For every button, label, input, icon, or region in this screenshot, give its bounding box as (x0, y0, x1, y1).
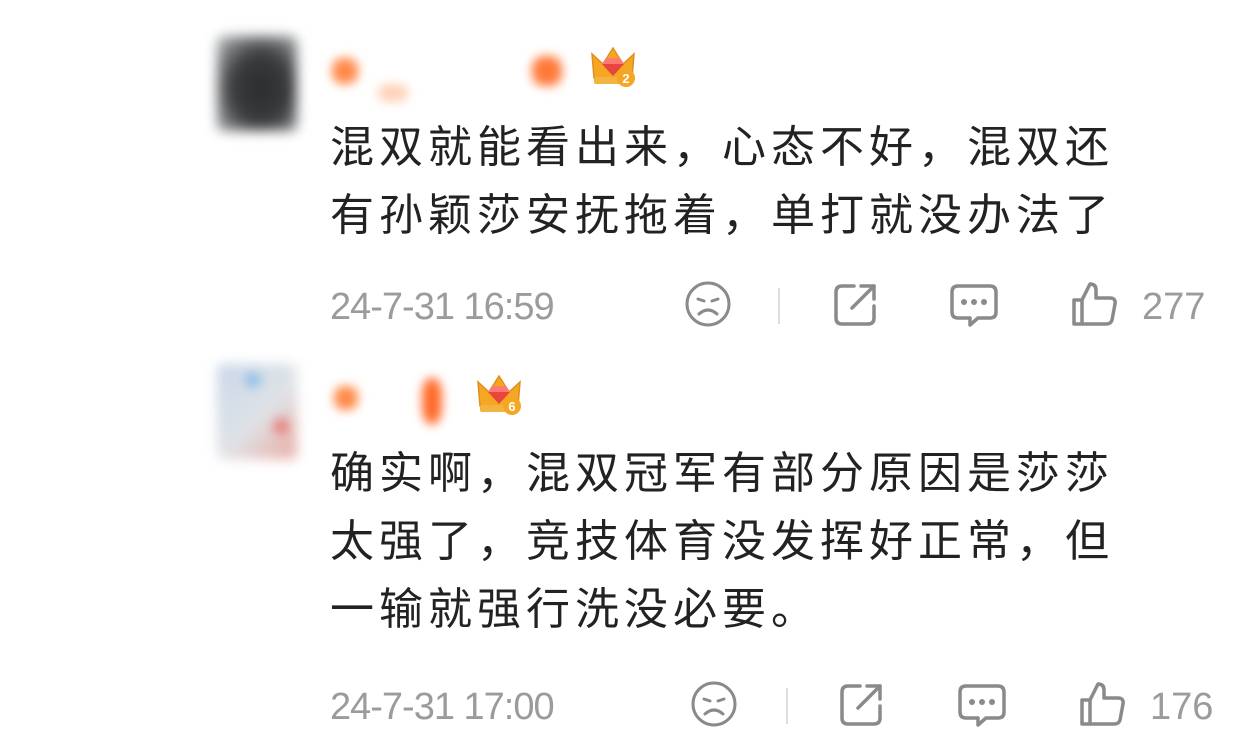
username-row[interactable]: 2 (330, 46, 730, 106)
comment-timestamp: 24-7-31 17:00 (330, 686, 555, 728)
avatar-decoration (247, 374, 259, 386)
username-blurred (378, 84, 408, 102)
sad-face-icon[interactable] (688, 678, 740, 730)
share-icon[interactable] (830, 278, 882, 330)
username-blurred (422, 378, 442, 424)
share-icon[interactable] (836, 678, 888, 730)
comment-text: 混双就能看出来，心态不好，混双还 有孙颖莎安抚拖着，单打就没办法了 (330, 114, 1200, 250)
comment-text-line: 有孙颖莎安抚拖着，单打就没办法了 (330, 190, 1114, 241)
comment-text-line: 混双就能看出来，心态不好，混双还 (330, 122, 1114, 173)
divider (786, 688, 788, 724)
divider (778, 288, 780, 324)
comment-text-line: 确实啊，混双冠军有部分原因是莎莎 (330, 448, 1114, 499)
avatar[interactable] (217, 36, 297, 131)
sad-face-icon[interactable] (682, 278, 734, 330)
comment-text-line: 一输就强行洗没必要。 (330, 584, 820, 635)
avatar-decoration (275, 420, 287, 432)
comment-icon[interactable] (956, 678, 1008, 730)
username-row[interactable]: 6 (330, 374, 730, 434)
comment-text-line: 太强了，竞技体育没发挥好正常，但 (330, 516, 1114, 567)
comment-actions: 24-7-31 16:59 277 (330, 278, 1230, 338)
thumbs-up-icon[interactable] (1068, 278, 1120, 330)
fan-level-badge: 2 (622, 71, 629, 86)
comment-text: 确实啊，混双冠军有部分原因是莎莎 太强了，竞技体育没发挥好正常，但 一输就强行洗… (330, 440, 1200, 644)
username-blurred[interactable] (332, 58, 358, 84)
username-blurred[interactable] (334, 386, 358, 410)
fan-level-badge: 6 (508, 399, 515, 414)
comment-actions: 24-7-31 17:00 176 (330, 678, 1230, 738)
fan-crown-icon: 2 (591, 46, 635, 87)
comment-timestamp: 24-7-31 16:59 (330, 286, 555, 328)
username-blurred (532, 56, 562, 86)
thumbs-up-icon[interactable] (1076, 678, 1128, 730)
fan-crown-icon: 6 (477, 374, 521, 415)
like-count: 176 (1150, 686, 1214, 728)
like-count: 277 (1142, 286, 1206, 328)
avatar[interactable] (217, 364, 297, 459)
comment-icon[interactable] (948, 278, 1000, 330)
